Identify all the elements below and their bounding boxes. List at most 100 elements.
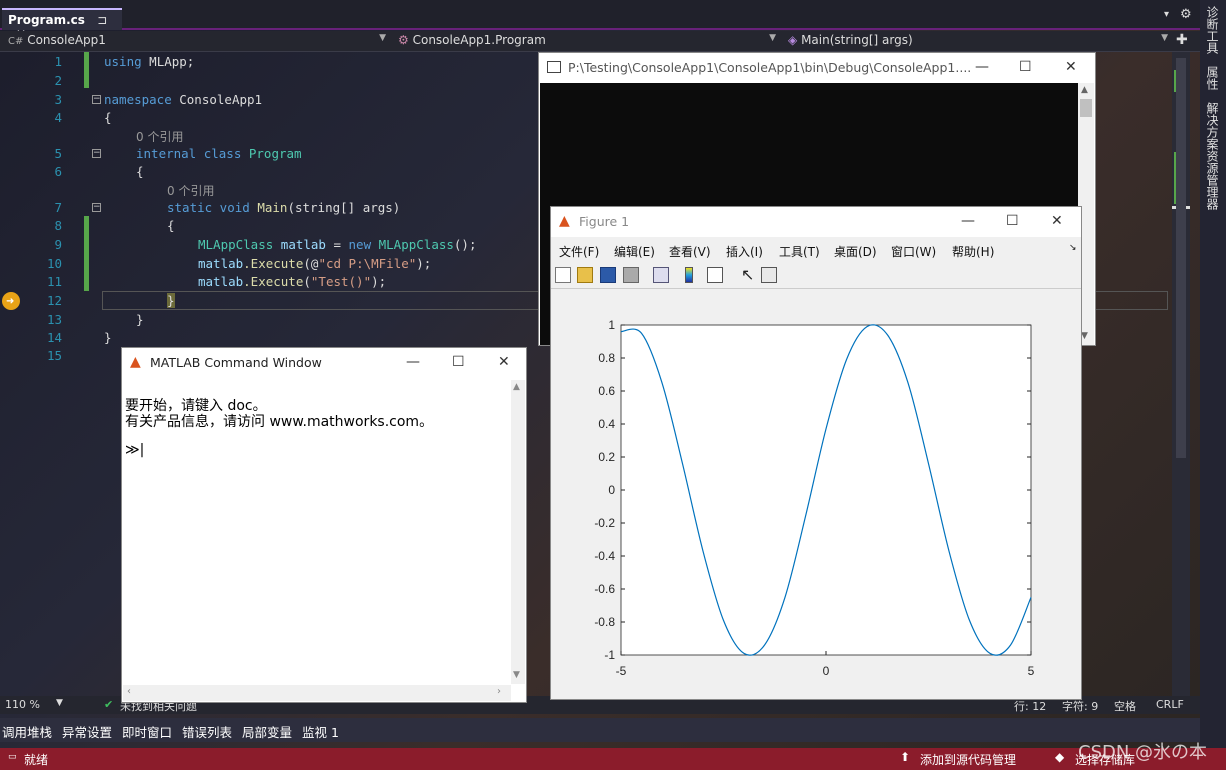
split-view-icon[interactable]: ✚ xyxy=(1176,32,1188,48)
code-line-4: { xyxy=(104,110,112,125)
close-icon[interactable]: ✕ xyxy=(1051,213,1063,229)
rail-properties[interactable]: 属性 xyxy=(1204,66,1221,90)
menu-file[interactable]: 文件(F) xyxy=(559,243,599,260)
chevron-down-icon: ▼ xyxy=(1161,33,1168,43)
scroll-left-icon[interactable]: ‹ xyxy=(127,686,131,697)
scroll-thumb[interactable] xyxy=(1080,99,1092,117)
figure-window[interactable]: ▲ Figure 1 — ☐ ✕ 文件(F) 编辑(E) 查看(V) 插入(I)… xyxy=(550,206,1082,700)
legend-icon[interactable] xyxy=(707,267,723,283)
x-tick-label: -5 xyxy=(616,664,627,678)
line-indicator: 行: 12 xyxy=(1014,700,1047,713)
line-number: 3 xyxy=(54,92,62,107)
codelens-references[interactable]: 0 个引用 xyxy=(136,128,183,145)
tab-overflow-icon[interactable]: ▾ xyxy=(1164,9,1169,20)
check-circle-icon: ✔ xyxy=(104,698,114,711)
link-plot-icon[interactable] xyxy=(653,267,669,283)
whitespace-indicator[interactable]: 空格 xyxy=(1114,698,1136,714)
menu-help[interactable]: 帮助(H) xyxy=(952,243,994,260)
figure-menubar: 文件(F) 编辑(E) 查看(V) 插入(I) 工具(T) 桌面(D) 窗口(W… xyxy=(551,239,1081,261)
tab-call-stack[interactable]: 调用堆栈 xyxy=(2,722,52,741)
scroll-right-icon[interactable]: › xyxy=(497,686,501,697)
minimize-icon[interactable]: — xyxy=(961,213,975,229)
colorbar-icon[interactable] xyxy=(685,267,693,283)
scroll-down-icon[interactable]: ▼ xyxy=(1081,331,1088,341)
maximize-icon[interactable]: ☐ xyxy=(1006,213,1019,229)
tab-exception-settings[interactable]: 异常设置 xyxy=(62,722,112,741)
save-icon[interactable] xyxy=(600,267,616,283)
sine-plot[interactable]: 1 0.8 0.6 0.4 0.2 0 -0.2 -0.4 -0.6 -0.8 -1 -5 0 5 xyxy=(551,291,1081,699)
tab-immediate[interactable]: 即时窗口 xyxy=(122,722,172,741)
open-file-icon[interactable] xyxy=(577,267,593,283)
scroll-down-icon[interactable]: ▼ xyxy=(513,670,520,680)
menu-edit[interactable]: 编辑(E) xyxy=(614,243,655,260)
cmdwin-horizontal-scrollbar[interactable]: ‹ › xyxy=(123,685,511,701)
y-tick-label: -1 xyxy=(604,648,615,662)
editor-vertical-scrollbar[interactable] xyxy=(1172,52,1190,696)
class-icon: ⚙ xyxy=(398,33,409,47)
code-line-7: static void Main(string[] args) xyxy=(167,200,401,215)
rail-solution-explorer[interactable]: 解决方案资源管理器 xyxy=(1204,102,1221,210)
minimize-icon[interactable]: — xyxy=(406,354,420,370)
y-tick-label: 1 xyxy=(608,318,615,332)
tab-error-list[interactable]: 错误列表 xyxy=(182,722,232,741)
eol-indicator[interactable]: CRLF xyxy=(1156,698,1184,711)
arrow-up-icon: ⬆ xyxy=(900,750,911,764)
csharp-project-icon: C# xyxy=(8,36,24,47)
menu-window[interactable]: 窗口(W) xyxy=(891,243,936,260)
pointer-icon[interactable]: ↖ xyxy=(741,265,754,284)
line-number: 6 xyxy=(54,164,62,179)
project-dropdown[interactable]: C# ConsoleApp1 ▼ xyxy=(4,33,390,51)
close-icon[interactable]: ✕ xyxy=(498,354,510,370)
figure-titlebar[interactable]: ▲ Figure 1 — ☐ ✕ xyxy=(551,207,1081,237)
gear-icon[interactable]: ⚙ xyxy=(1180,7,1192,22)
tab-watch-1[interactable]: 监视 1 xyxy=(302,722,339,741)
command-prompt[interactable]: ≫| xyxy=(125,442,144,458)
cmdwin-titlebar[interactable]: ▲ MATLAB Command Window — ☐ ✕ xyxy=(122,348,526,378)
menu-insert[interactable]: 插入(I) xyxy=(726,243,763,260)
pin-icon[interactable]: ⊐ xyxy=(97,13,107,27)
line-number: 1 xyxy=(54,54,62,69)
close-icon[interactable]: ✕ xyxy=(1065,59,1077,75)
maximize-icon[interactable]: ☐ xyxy=(452,354,465,370)
property-editor-icon[interactable] xyxy=(761,267,777,283)
welcome-line-2: 有关产品信息，请访问 www.mathworks.com。 xyxy=(125,414,434,430)
print-icon[interactable] xyxy=(623,267,639,283)
document-tab-bar: Program.cs ⊐ ✕ ▾ ⚙ xyxy=(0,0,1200,41)
minimize-icon[interactable]: — xyxy=(975,59,989,75)
maximize-icon[interactable]: ☐ xyxy=(1019,59,1032,75)
dock-arrow-icon[interactable]: ↘ xyxy=(1069,243,1077,253)
y-tick-label: 0.6 xyxy=(598,384,615,398)
codelens-references[interactable]: 0 个引用 xyxy=(167,182,214,199)
fold-toggle-icon[interactable]: − xyxy=(92,149,101,158)
cmdwin-vertical-scrollbar[interactable]: ▲ ▼ xyxy=(511,380,525,684)
menu-view[interactable]: 查看(V) xyxy=(669,243,711,260)
ready-icon: ▭ xyxy=(8,752,17,762)
command-output[interactable]: 要开始，请键入 doc。 有关产品信息，请访问 www.mathworks.co… xyxy=(123,378,511,684)
fold-toggle-icon[interactable]: − xyxy=(92,95,101,104)
zoom-level[interactable]: 110 % xyxy=(5,698,40,711)
class-dropdown[interactable]: ⚙ ConsoleApp1.Program ▼ xyxy=(394,33,780,51)
y-tick-label: 0.8 xyxy=(598,351,615,365)
scroll-up-icon[interactable]: ▲ xyxy=(1081,85,1088,95)
member-dropdown[interactable]: ◈ Main(string[] args) ▼ xyxy=(784,33,1172,51)
method-icon: ◈ xyxy=(788,33,798,47)
add-to-source-control[interactable]: 添加到源代码管理 xyxy=(920,751,1016,768)
new-figure-icon[interactable] xyxy=(555,267,571,283)
scroll-up-icon[interactable]: ▲ xyxy=(513,382,520,392)
menu-tools[interactable]: 工具(T) xyxy=(779,243,820,260)
line-number: 12 xyxy=(46,293,62,308)
chevron-down-icon[interactable]: ▼ xyxy=(56,698,63,708)
tab-locals[interactable]: 局部变量 xyxy=(242,722,292,741)
fold-toggle-icon[interactable]: − xyxy=(92,203,101,212)
matlab-command-window[interactable]: ▲ MATLAB Command Window — ☐ ✕ 要开始，请键入 do… xyxy=(121,347,527,703)
menu-desktop[interactable]: 桌面(D) xyxy=(834,243,877,260)
y-tick-label: -0.4 xyxy=(594,549,615,563)
code-line-8: { xyxy=(167,218,175,233)
scroll-thumb[interactable] xyxy=(1176,58,1186,458)
y-tick-label: -0.6 xyxy=(594,582,615,596)
class-dropdown-label: ConsoleApp1.Program xyxy=(412,33,546,47)
tab-program-cs[interactable]: Program.cs ⊐ ✕ xyxy=(2,8,122,41)
code-line-9: MLAppClass matlab = new MLAppClass(); xyxy=(198,237,477,252)
rail-diagnostics[interactable]: 诊断工具 xyxy=(1204,6,1221,54)
console-titlebar[interactable]: P:\Testing\ConsoleApp1\ConsoleApp1\bin\D… xyxy=(539,53,1095,83)
